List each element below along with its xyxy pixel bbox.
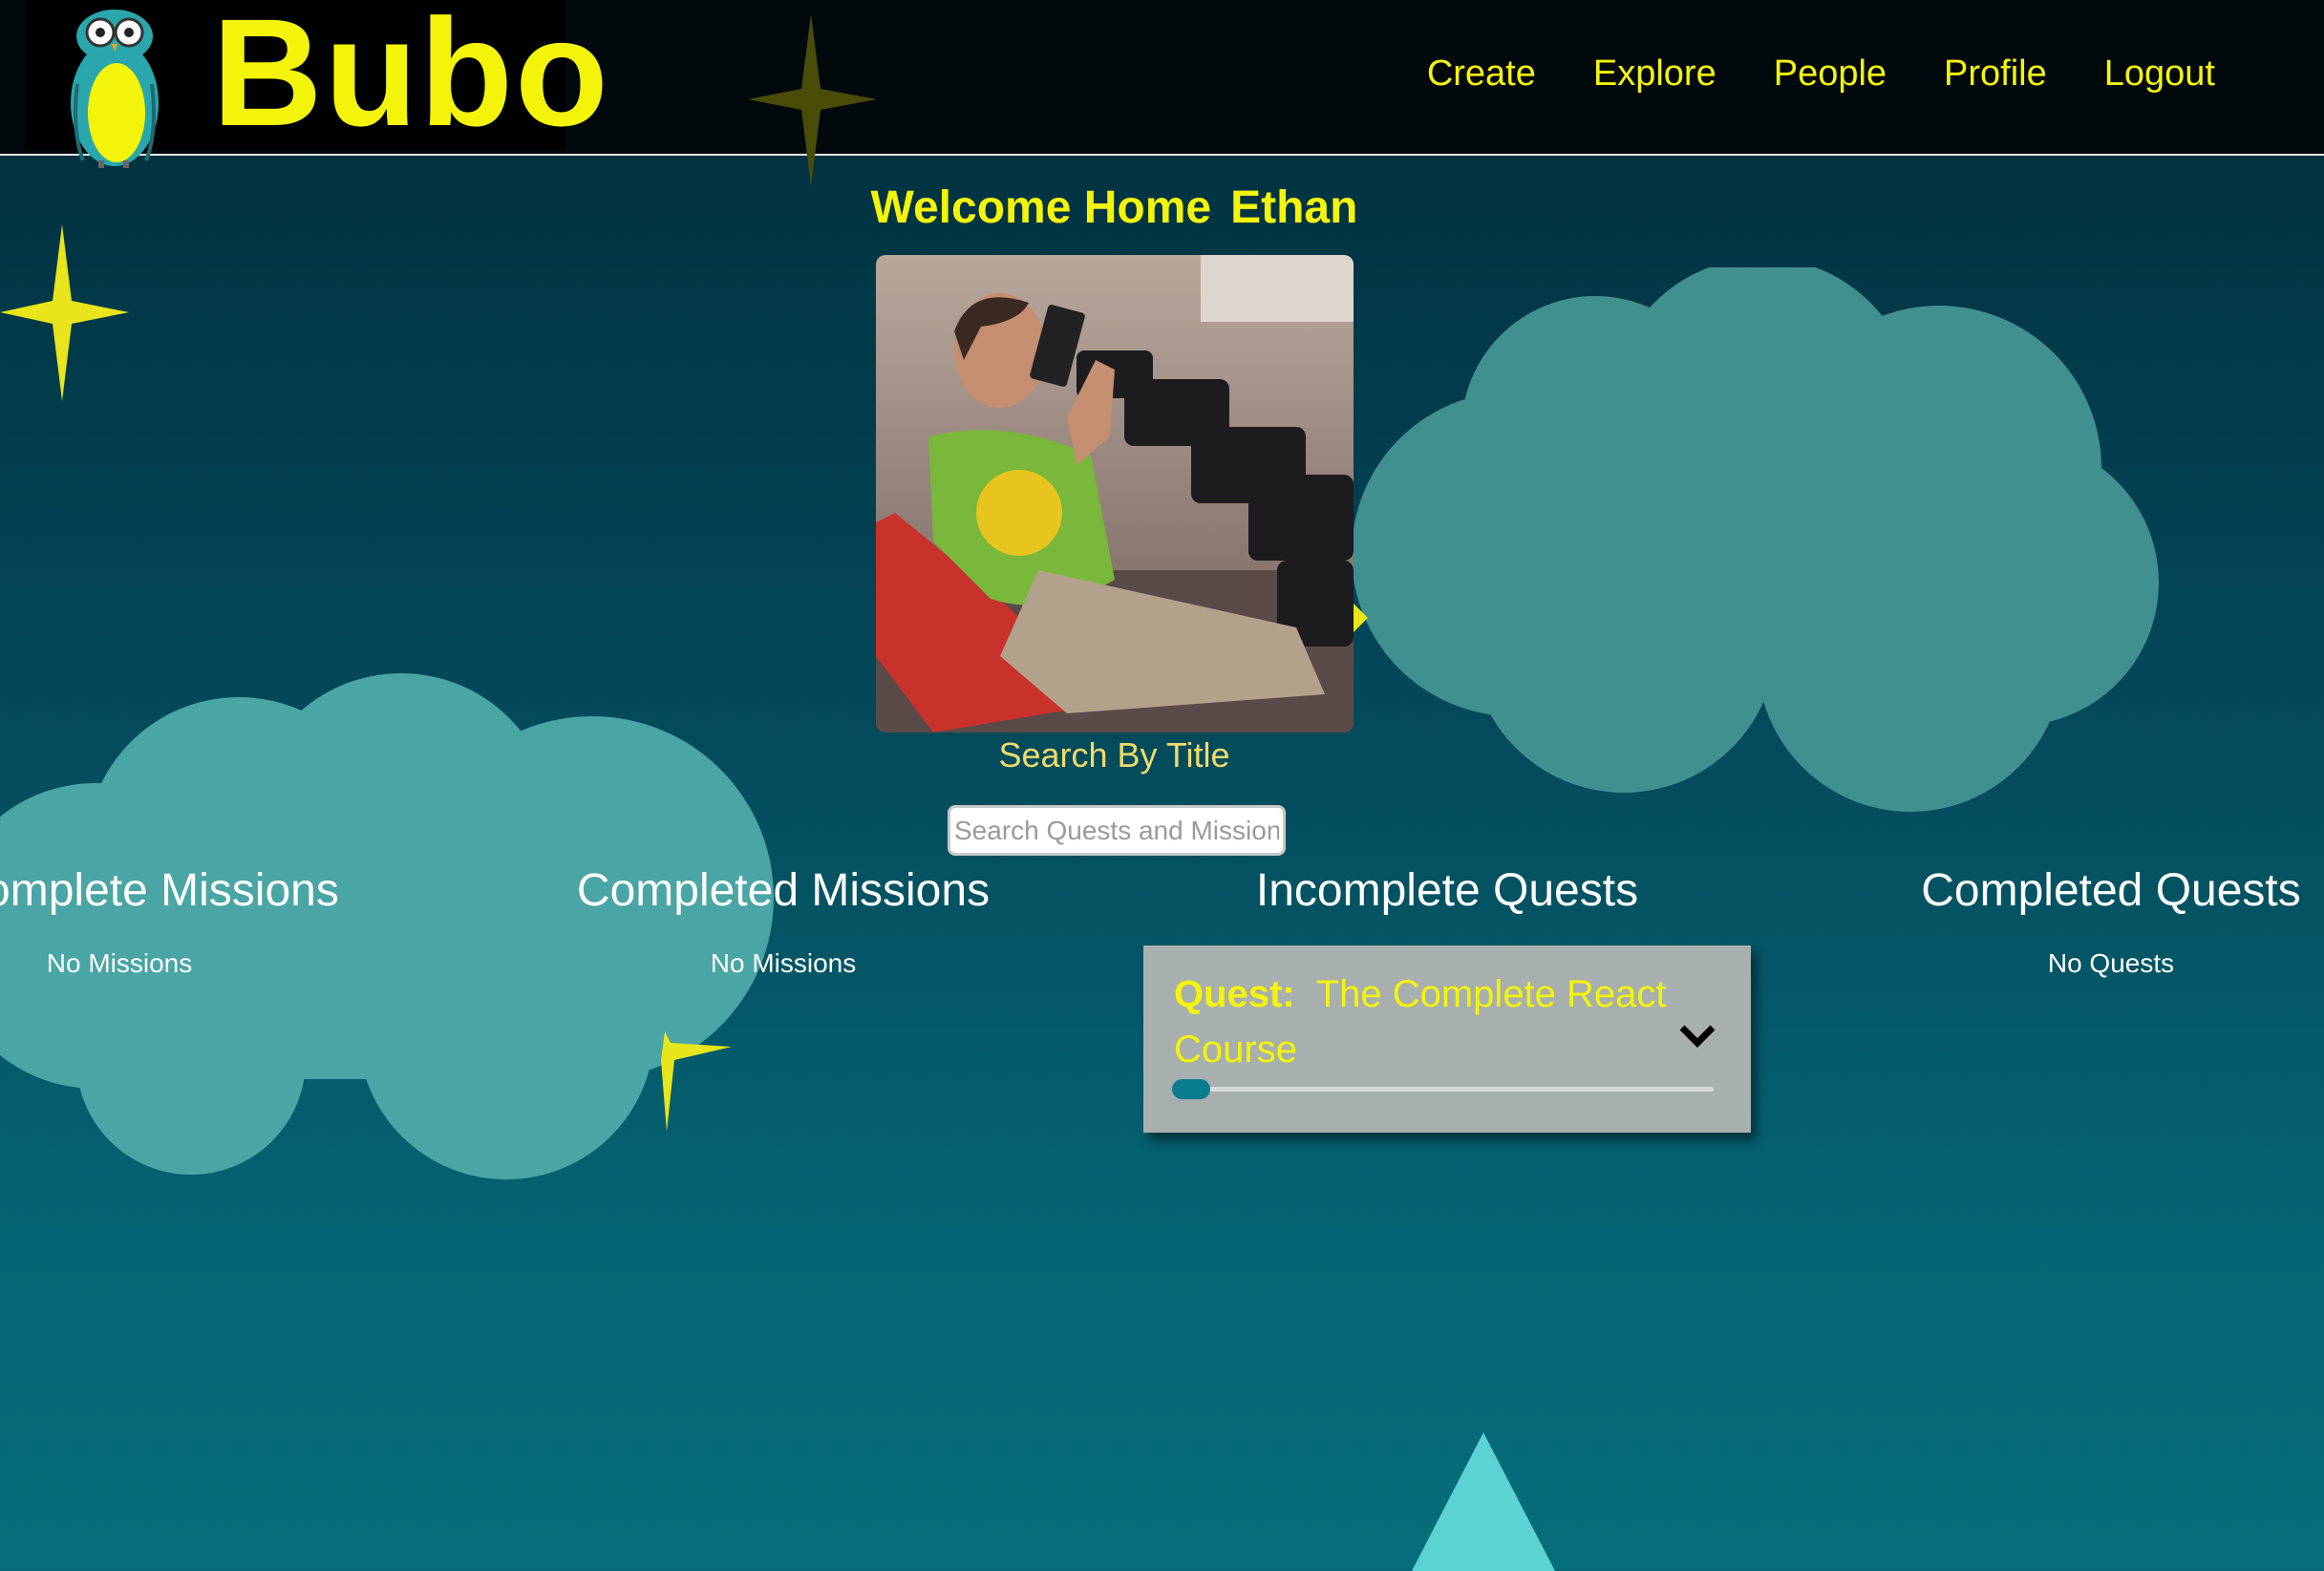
incomplete-missions-heading: Incomplete Missions	[0, 865, 339, 916]
profile-photo	[876, 255, 1354, 732]
search-label: Search By Title	[998, 735, 1230, 775]
incomplete-missions-empty: No Missions	[46, 948, 193, 978]
cloud-right-decoration	[1352, 267, 2159, 812]
completed-missions-heading: Completed Missions	[576, 865, 991, 916]
star-header-decoration	[748, 14, 877, 186]
main-nav: Create Explore People Profile Logout	[1427, 53, 2215, 95]
quest-progress-bar	[1172, 1079, 1714, 1099]
star-cloud-decoration	[661, 1031, 732, 1132]
completed-quests-empty: No Quests	[2047, 948, 2175, 978]
incomplete-quests-heading: Incomplete Quests	[1255, 865, 1639, 916]
quest-title-line: Quest: The Complete React Course	[1174, 966, 1690, 1077]
page-title: Welcome Home Ethan	[0, 181, 2228, 234]
triangle-bottom-decoration	[1412, 1433, 1555, 1571]
chevron-down-icon[interactable]	[1678, 1022, 1716, 1052]
search-input[interactable]	[948, 805, 1286, 856]
completed-missions-empty: No Missions	[710, 948, 857, 978]
star-top-left-decoration	[0, 224, 129, 401]
top-navbar: Bubo Create Explore People Profile Logou…	[0, 0, 2324, 168]
nav-profile[interactable]: Profile	[1944, 53, 2047, 95]
nav-create[interactable]: Create	[1427, 53, 1536, 95]
logo-text: Bubo	[212, 0, 610, 158]
nav-logout[interactable]: Logout	[2104, 53, 2215, 95]
owl-logo-icon	[71, 10, 159, 168]
welcome-greeting: Welcome Home	[870, 182, 1212, 233]
nav-people[interactable]: People	[1774, 53, 1887, 95]
welcome-user-name: Ethan	[1230, 182, 1358, 233]
quest-progress-fill	[1172, 1079, 1210, 1099]
nav-explore[interactable]: Explore	[1593, 53, 1716, 95]
quest-label: Quest:	[1174, 973, 1295, 1015]
logo[interactable]: Bubo	[26, 0, 608, 168]
quest-card[interactable]: Quest: The Complete React Course	[1143, 945, 1751, 1133]
completed-quests-heading: Completed Quests	[1921, 865, 2301, 916]
profile-avatar	[876, 255, 1354, 732]
